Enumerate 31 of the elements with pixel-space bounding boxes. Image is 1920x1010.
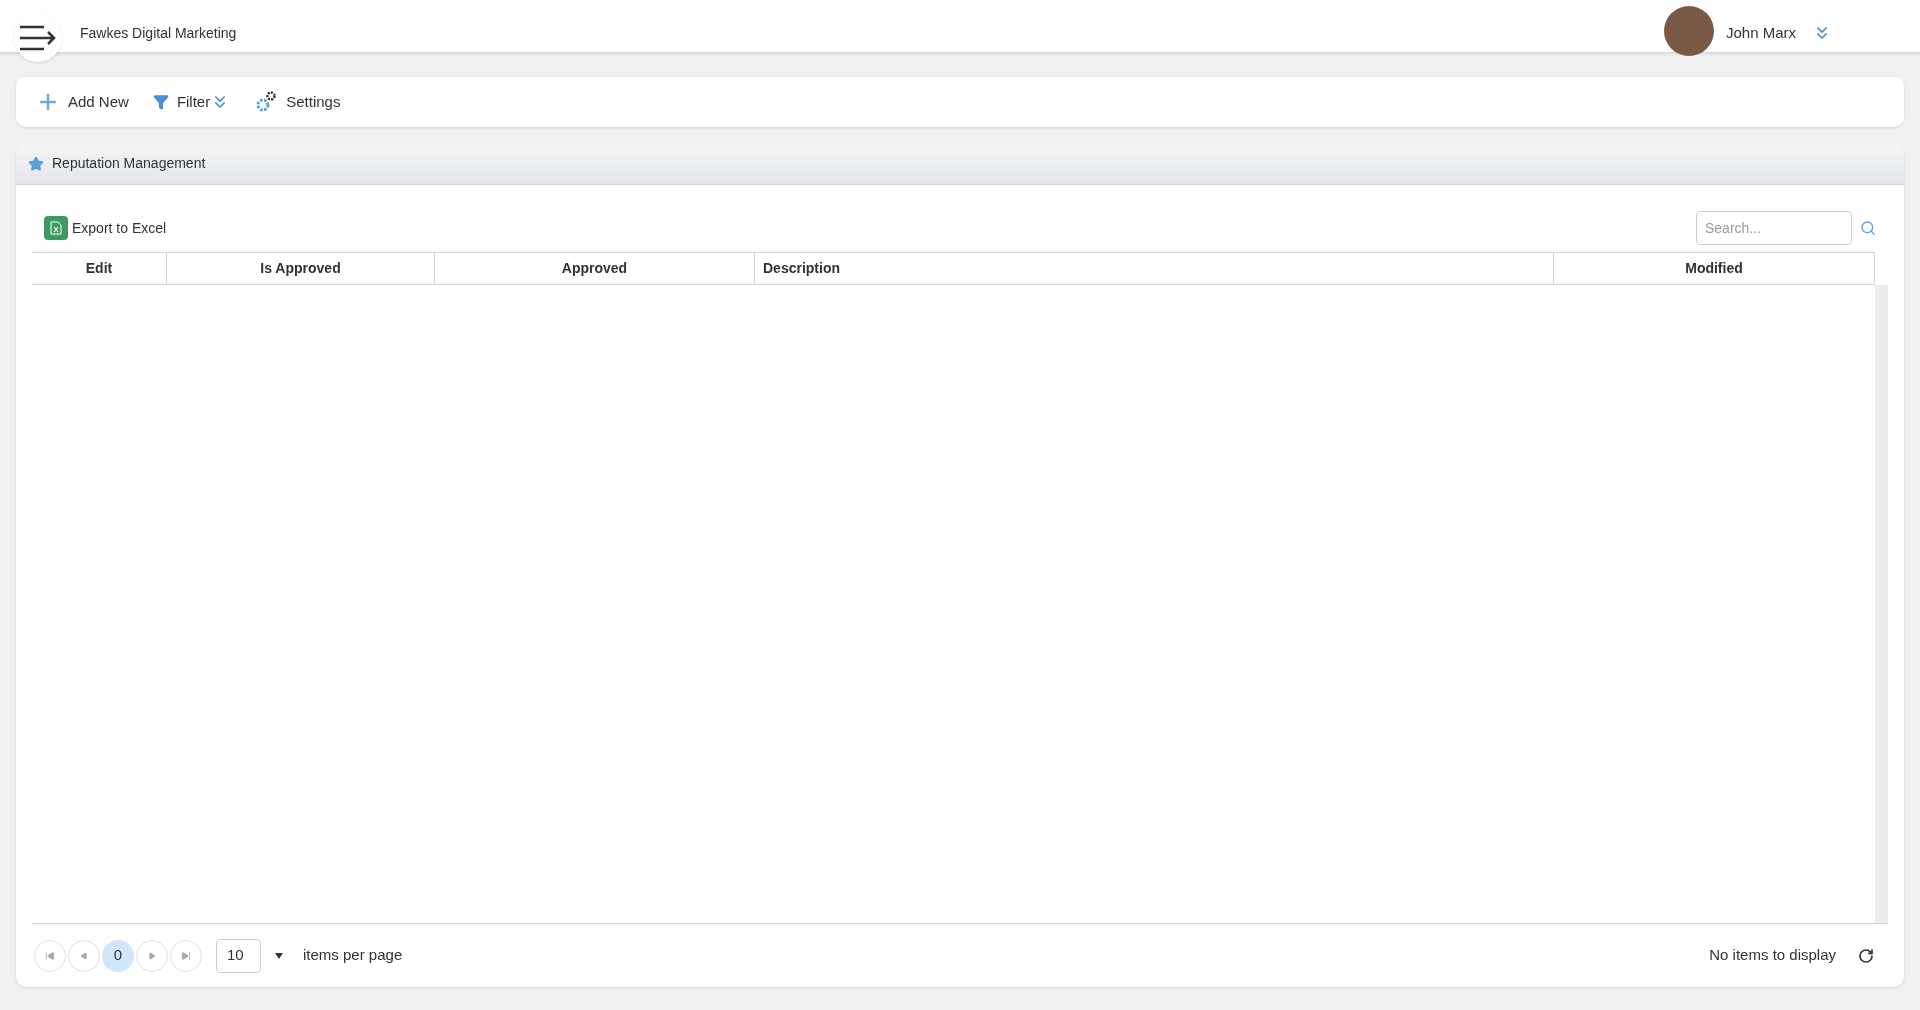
filter-icon (152, 94, 169, 110)
pager-status: No items to display (1709, 945, 1836, 966)
column-header[interactable]: Modified (1553, 253, 1874, 284)
gears-icon (254, 90, 279, 114)
user-name[interactable]: John Marx (1725, 21, 1796, 45)
panel-title: Reputation Management (52, 154, 206, 173)
filter-button[interactable]: Filter (152, 90, 231, 114)
settings-button[interactable]: Settings (254, 90, 341, 114)
page-size-field[interactable]: 10 (216, 938, 261, 973)
column-header[interactable]: Description (754, 253, 1553, 284)
search-icon[interactable] (1860, 220, 1876, 236)
first-page-icon (45, 950, 55, 961)
column-header[interactable]: Approved (434, 253, 754, 284)
column-header[interactable]: Edit (32, 253, 166, 284)
star-icon (28, 155, 44, 172)
dropdown-arrow-icon[interactable] (275, 952, 283, 959)
column-header[interactable]: Is Approved (166, 253, 434, 284)
spreadsheet-icon (44, 216, 68, 240)
export-button[interactable]: Export to Excel (44, 216, 167, 240)
avatar (1663, 6, 1714, 56)
add-button[interactable]: Add New (36, 90, 129, 114)
refresh-icon[interactable] (1858, 947, 1874, 964)
previous-page-icon (80, 951, 88, 960)
page-button[interactable]: 0 (102, 939, 134, 972)
last-page-icon (181, 950, 191, 961)
page-size-label: items per page (303, 945, 403, 966)
search-field[interactable]: Search... (1696, 211, 1852, 245)
menu-button[interactable] (14, 14, 62, 62)
menu-icon (18, 23, 58, 53)
company-name: Fawkes Digital Marketing (80, 23, 237, 43)
next-page-icon (148, 951, 156, 960)
